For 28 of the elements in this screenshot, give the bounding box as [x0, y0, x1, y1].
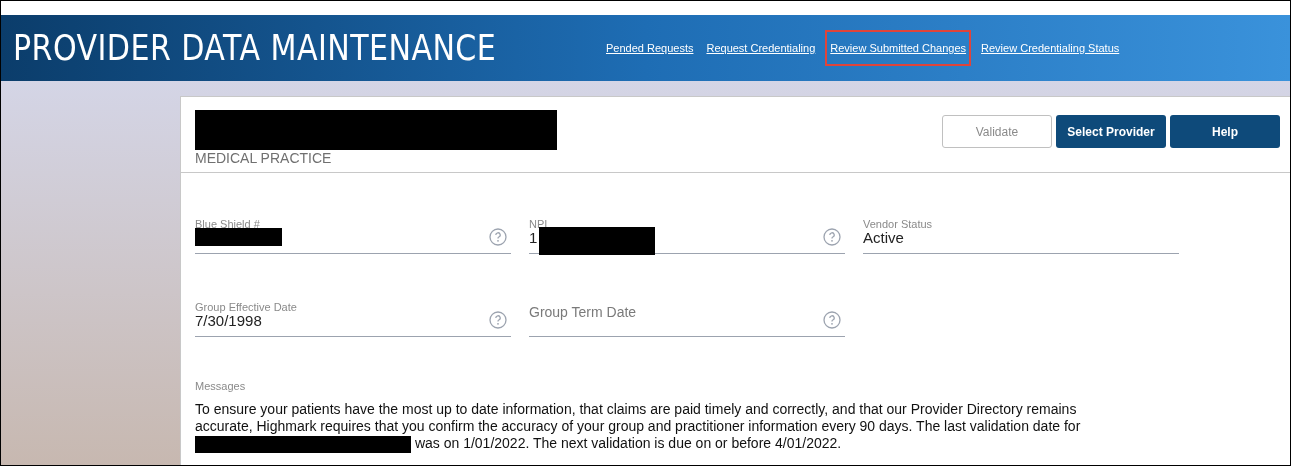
help-icon[interactable] — [489, 228, 507, 246]
nav-link[interactable]: Review Submitted Changes — [825, 29, 972, 67]
form-field[interactable]: Group Effective Date 7/30/1998 — [195, 294, 511, 337]
field-value: 1 — [529, 229, 538, 245]
form-field[interactable]: NPI 1 — [529, 211, 845, 254]
help-icon[interactable] — [823, 228, 841, 246]
message-text: was on 1/01/2022. The next validation is due on or before 4/01/2022. — [414, 435, 842, 451]
form-field[interactable]: Group Term Date — [529, 294, 845, 337]
help-icon[interactable] — [823, 311, 841, 329]
field-label: NPI — [529, 218, 548, 230]
field-label: Group Effective Date — [195, 301, 297, 313]
field-label: Blue Shield # — [195, 218, 260, 230]
nav-link[interactable]: Request Credentialing — [703, 29, 819, 67]
field-label: Vendor Status — [863, 218, 933, 230]
form-field[interactable]: Blue Shield # — [195, 211, 511, 254]
field-value: Active — [863, 229, 904, 245]
messages-label: Messages — [195, 380, 246, 392]
validate-button[interactable]: Validate — [942, 115, 1052, 148]
app-title: PROVIDER DATA MAINTENANCE — [13, 26, 498, 70]
field-value: 7/30/1998 — [195, 312, 262, 328]
field-placeholder: Group Term Date — [529, 305, 637, 319]
practice-type: MEDICAL PRACTICE — [195, 151, 332, 165]
form-field[interactable]: Vendor Status Active — [863, 211, 1179, 254]
help-icon[interactable] — [489, 311, 507, 329]
action-button[interactable]: Help — [1170, 115, 1280, 148]
nav-link[interactable]: Review Credentialing Status — [978, 29, 1123, 67]
nav-link[interactable]: Pended Requests — [603, 29, 697, 67]
action-button[interactable]: Select Provider — [1056, 115, 1166, 148]
